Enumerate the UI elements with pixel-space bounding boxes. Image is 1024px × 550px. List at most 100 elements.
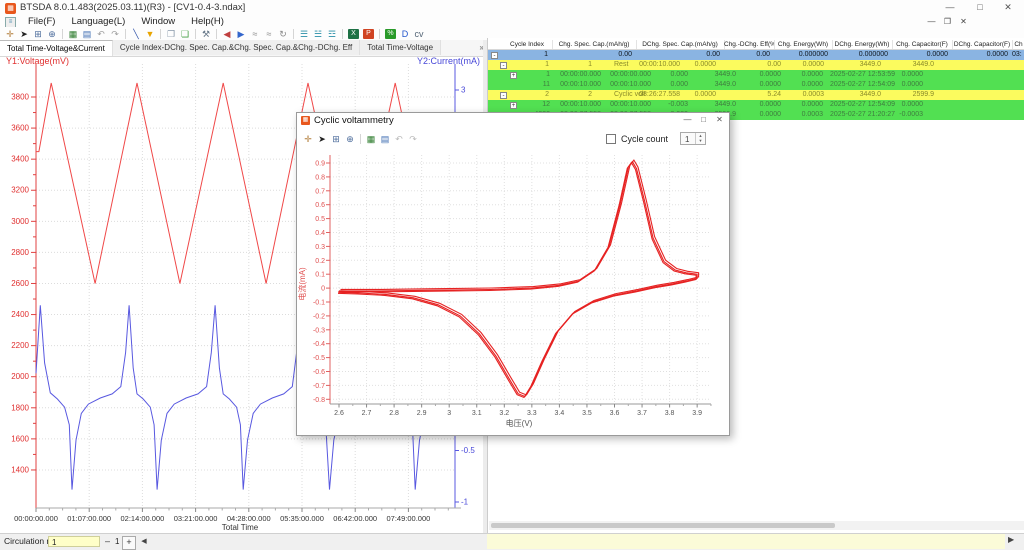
child-restore-button[interactable]: ❐	[941, 17, 954, 26]
marker-b-icon[interactable]: ≈	[262, 28, 276, 40]
grid-filter-bar[interactable]	[487, 534, 1005, 549]
cycle-count-checkbox[interactable]	[606, 134, 616, 144]
cell: 0.000000	[799, 50, 828, 60]
tab-1[interactable]: Cycle Index-DChg. Spec. Cap.&Chg. Spec. …	[113, 40, 360, 55]
zoom-select-icon[interactable]: ⊞	[31, 28, 45, 40]
table-row[interactable]: -11Rest00:00:10.0000.00000.000.00003449.…	[488, 60, 1024, 70]
cv-window-icon: ▦	[301, 116, 310, 125]
cv-x-axis-title: 电压(V)	[506, 418, 533, 428]
cv-tool-icon[interactable]: cv	[412, 28, 426, 40]
undo-icon[interactable]: ↶	[94, 28, 108, 40]
layout-split-icon[interactable]: ☱	[311, 28, 325, 40]
cursor-icon[interactable]: ➤	[17, 28, 31, 40]
column-header[interactable]: DChg. Energy(Wh)	[832, 40, 893, 49]
cv-window-title: Cyclic voltammetry	[314, 115, 394, 126]
column-header[interactable]: Chg. Energy(Wh)	[774, 40, 833, 49]
cycle-count-spinner[interactable]: 1▲ ▼	[680, 132, 706, 145]
circulation-to-input[interactable]: 1	[112, 536, 120, 547]
refresh-icon[interactable]: ↻	[276, 28, 290, 40]
grid-horizontal-scrollbar[interactable]	[489, 521, 1024, 530]
table-row[interactable]: +1200:00:10.00000:00:10.000-0.0033449.00…	[488, 100, 1024, 110]
next-arrow-button[interactable]: ▶	[1008, 535, 1014, 544]
stat-percent-icon[interactable]: %	[385, 29, 396, 39]
cv-undo-icon[interactable]: ↶	[392, 133, 406, 145]
tab-0[interactable]: Total Time-Voltage&Current	[0, 40, 113, 56]
column-header[interactable]: DChg. Capacitor(F)	[952, 40, 1013, 49]
toolbar-separator	[160, 29, 161, 39]
column-header[interactable]: Chg. Spec. Cap.(mAh/g)	[552, 40, 637, 49]
circulation-from-input[interactable]: 1	[48, 536, 100, 547]
cell: Rest	[614, 60, 628, 70]
cyclic-voltammetry-window: ▦ Cyclic voltammetry — □ ✕ ✛➤⊞⊕▦▤↶↷Cycle…	[296, 112, 730, 436]
prev-arrow-button[interactable]: ◀	[138, 536, 150, 548]
minimize-button[interactable]: —	[938, 0, 962, 15]
open-report-icon[interactable]: ❐	[164, 28, 178, 40]
cv-close-button[interactable]: ✕	[712, 114, 727, 126]
cv-window-titlebar[interactable]: ▦ Cyclic voltammetry — □ ✕	[297, 113, 729, 128]
cv-cursor-icon[interactable]: ➤	[315, 133, 329, 145]
cv-table-switch-icon[interactable]: ▤	[378, 133, 392, 145]
cv-minimize-button[interactable]: —	[680, 114, 695, 126]
tab-2[interactable]: Total Time-Voltage	[360, 40, 441, 55]
table-switch-icon[interactable]: ▤	[80, 28, 94, 40]
cv-y-tick-label: -0.6	[313, 369, 325, 376]
column-header[interactable]: DChg. Spec. Cap.(mAh/g)	[636, 40, 725, 49]
add-range-button[interactable]: +	[122, 536, 136, 550]
column-header[interactable]: Chg.-DChg. Eff(%)	[724, 40, 775, 49]
column-header[interactable]: Cycle Index	[502, 40, 553, 49]
table-row[interactable]: 1100:00:10.00000:00:10.0000.0003449.00.0…	[488, 80, 1024, 90]
cv-zoom-select-icon[interactable]: ⊞	[329, 133, 343, 145]
cv-data-table-icon[interactable]: ▦	[364, 133, 378, 145]
draw-line-icon[interactable]: ╲	[129, 28, 143, 40]
cv-pan-hand-icon[interactable]: ✛	[301, 133, 315, 145]
y1-tick-label: 2000	[11, 372, 29, 381]
marker-a-icon[interactable]: ≈	[248, 28, 262, 40]
cv-maximize-button[interactable]: □	[696, 114, 711, 126]
export-office-icon[interactable]: P	[363, 29, 374, 39]
layout-grid-icon[interactable]: ☲	[325, 28, 339, 40]
data-table-icon[interactable]: ▦	[66, 28, 80, 40]
child-close-button[interactable]: ✕	[957, 17, 970, 26]
cell: 0.0000	[902, 100, 923, 110]
cv-x-tick-label: 2.7	[362, 410, 372, 417]
redo-icon[interactable]: ↷	[108, 28, 122, 40]
cv-zoom-icon[interactable]: ⊕	[343, 133, 357, 145]
scrollbar-thumb[interactable]	[491, 523, 835, 528]
cv-y-tick-label: 0.8	[315, 174, 325, 181]
cell: 0.00	[706, 50, 720, 60]
cv-chart[interactable]: 0.90.80.70.60.50.40.30.20.10-0.1-0.2-0.3…	[297, 149, 729, 435]
y1-tick-label: 2800	[11, 248, 29, 257]
cv-redo-icon[interactable]: ↷	[406, 133, 420, 145]
column-header[interactable]: Chg. Capacitor(F)	[892, 40, 953, 49]
copy-icon[interactable]: ❏	[178, 28, 192, 40]
collapse-icon[interactable]: -	[491, 52, 498, 59]
maximize-button[interactable]: □	[968, 0, 992, 15]
filter-funnel-icon[interactable]: ▼	[143, 28, 157, 40]
table-row[interactable]: -10.000.000.000.0000000.0000000.00000.00…	[488, 50, 1024, 60]
close-button[interactable]: ✕	[996, 0, 1020, 15]
child-minimize-button[interactable]: —	[925, 17, 938, 26]
menu-filef[interactable]: File(F)	[20, 16, 63, 27]
expand-icon[interactable]: +	[510, 102, 517, 109]
table-row[interactable]: -22Cyclic volt08:26:27.5580.00005.240.00…	[488, 90, 1024, 100]
expand-icon[interactable]: +	[510, 72, 517, 79]
table-row[interactable]: +100:00:00.00000:00:00.0000.0003449.00.0…	[488, 70, 1024, 80]
menu-languagel[interactable]: Language(L)	[63, 16, 133, 27]
pan-hand-icon[interactable]: ✛	[3, 28, 17, 40]
column-header[interactable]: Ch	[1012, 40, 1024, 49]
layout-list-icon[interactable]: ☰	[297, 28, 311, 40]
dqdv-icon[interactable]: D	[398, 28, 412, 40]
cell: 0.00	[756, 50, 770, 60]
cv-x-tick-label: 2.6	[334, 410, 344, 417]
menu-helph[interactable]: Help(H)	[183, 16, 232, 27]
collapse-icon[interactable]: -	[500, 62, 507, 69]
menu-window[interactable]: Window	[133, 16, 183, 27]
zoom-icon[interactable]: ⊕	[45, 28, 59, 40]
cell: 2599.9	[913, 90, 934, 100]
settings-tool-icon[interactable]: ⚒	[199, 28, 213, 40]
spinner-arrows-icon[interactable]: ▲ ▼	[695, 133, 705, 144]
next-step-icon[interactable]: ▶	[234, 28, 248, 40]
export-excel-icon[interactable]: X	[348, 29, 359, 39]
prev-step-icon[interactable]: ◀	[220, 28, 234, 40]
collapse-icon[interactable]: -	[500, 92, 507, 99]
